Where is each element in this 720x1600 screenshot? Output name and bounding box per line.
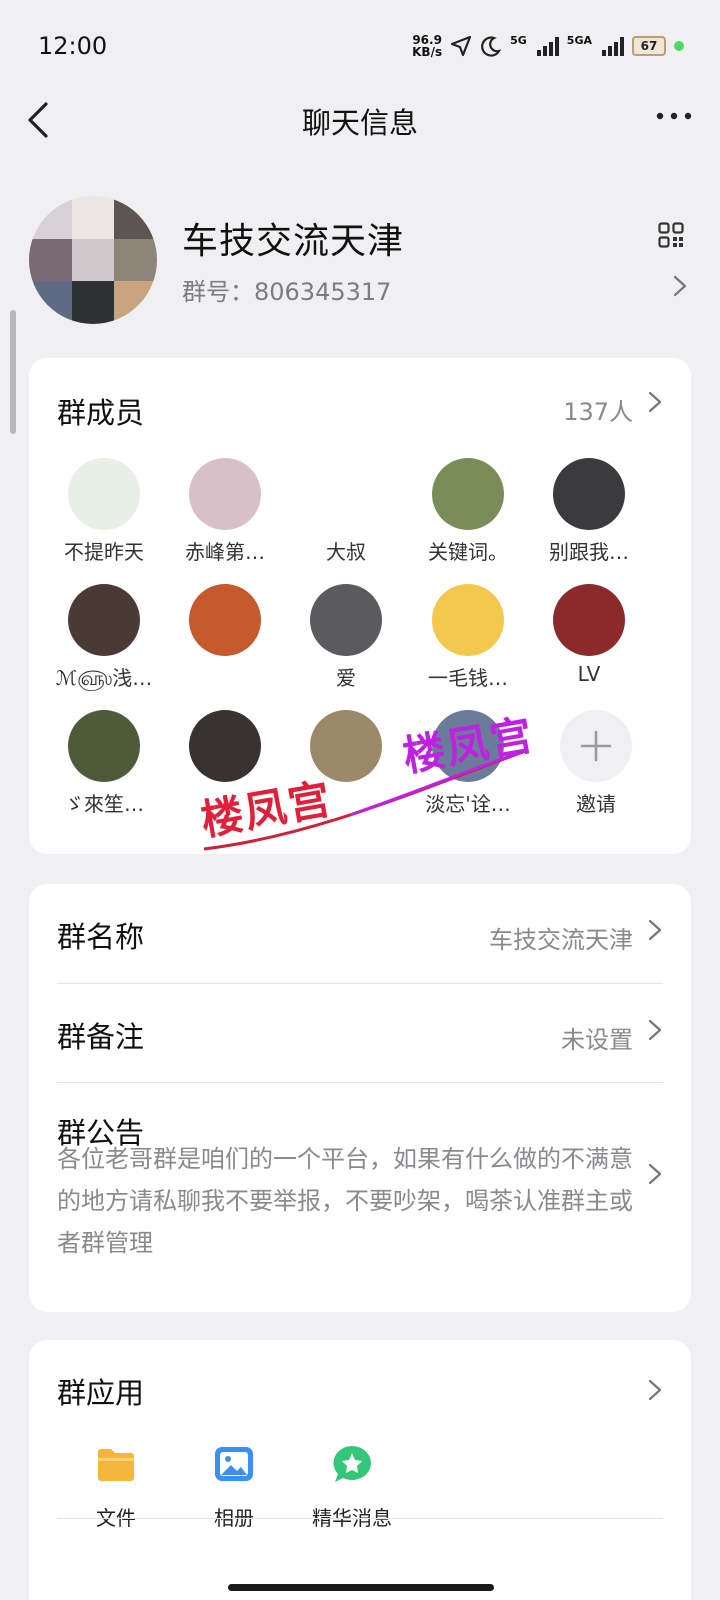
member-avatar (310, 458, 382, 530)
group-number: 群号：806345317 (182, 278, 392, 306)
member-name: ℳ௵浅… (55, 666, 153, 690)
photo-album-icon (215, 1447, 253, 1481)
star-bubble-icon (333, 1446, 371, 1482)
members-title: 群成员 (57, 396, 145, 430)
member-item[interactable]: 大叔 (284, 458, 408, 565)
chevron-right-icon[interactable] (647, 1378, 663, 1402)
group-remark-value: 未设置 (561, 1026, 633, 1054)
member-avatar (68, 584, 140, 656)
member-item[interactable]: 赤峰第… (163, 458, 287, 565)
do-not-disturb-moon-icon (481, 36, 502, 57)
member-count[interactable]: 137人 (563, 392, 633, 427)
signal-label-2: 5GA (566, 34, 592, 47)
member-name: 赤峰第… (185, 540, 265, 564)
member-item[interactable]: 别跟我… (527, 458, 651, 565)
status-bar: 12:00 96.9 KB/s 5G 5GA 67 (0, 0, 720, 92)
scroll-indicator (10, 310, 16, 434)
member-name: ゞ來笙… (64, 792, 144, 816)
member-item[interactable]: LV (527, 584, 651, 686)
nav-bar: 聊天信息 (0, 92, 720, 148)
chevron-right-icon[interactable] (672, 274, 688, 298)
watermark-stroke (203, 749, 527, 851)
member-name: 爱 (336, 666, 356, 690)
location-icon (451, 35, 472, 57)
group-remark-label: 群备注 (57, 1020, 145, 1054)
status-time: 12:00 (38, 32, 108, 60)
member-avatar (189, 458, 261, 530)
member-avatar (432, 458, 504, 530)
qr-code-icon[interactable] (658, 222, 684, 248)
chevron-right-icon[interactable] (647, 390, 663, 414)
chevron-right-icon[interactable] (647, 1162, 663, 1186)
invite-avatar (560, 710, 632, 782)
signal-label-1: 5G (510, 34, 527, 47)
app-label: 精华消息 (312, 1506, 392, 1530)
divider (57, 983, 663, 984)
signal-strength-icon (536, 36, 559, 56)
group-header[interactable]: 车技交流天津 群号：806345317 (0, 192, 720, 324)
plus-icon (580, 730, 612, 762)
status-icons: 96.9 KB/s 5G 5GA 67 (412, 34, 684, 58)
group-apps-card: 群应用 文件 相册 精华消息 (29, 1340, 691, 1600)
network-speed: 96.9 KB/s (412, 33, 443, 59)
divider (57, 1082, 663, 1083)
home-indicator[interactable] (228, 1584, 494, 1591)
group-avatar[interactable] (29, 196, 157, 324)
folder-icon (98, 1449, 134, 1481)
app-label: 相册 (214, 1506, 254, 1530)
member-avatar (189, 584, 261, 656)
member-item[interactable]: 一毛钱… (406, 584, 530, 691)
member-item[interactable]: ゞ來笙… (42, 710, 166, 817)
page-title: 聊天信息 (301, 106, 418, 140)
member-name: LV (577, 662, 601, 686)
member-item[interactable]: 关键词。 (406, 458, 530, 565)
battery-icon: 67 (632, 36, 666, 56)
group-name: 车技交流天津 (182, 221, 405, 262)
member-name: 大叔 (326, 540, 366, 564)
group-apps-title[interactable]: 群应用 (57, 1370, 144, 1412)
member-avatar (68, 710, 140, 782)
member-avatar (553, 584, 625, 656)
member-avatar (432, 584, 504, 656)
invite-label: 邀请 (576, 792, 616, 816)
group-name-label: 群名称 (57, 920, 145, 954)
member-avatar (553, 458, 625, 530)
member-avatar (310, 584, 382, 656)
member-item[interactable]: ℳ௵浅… (42, 584, 166, 693)
signal-strength-icon-2 (602, 36, 624, 56)
member-name: 关键词。 (428, 540, 508, 564)
app-label: 文件 (96, 1506, 136, 1530)
member-item[interactable] (163, 584, 287, 662)
more-options-icon[interactable] (654, 104, 694, 128)
member-item[interactable]: 不提昨天 (42, 458, 166, 565)
member-name: 不提昨天 (64, 540, 144, 564)
member-avatar (68, 458, 140, 530)
group-name-value: 车技交流天津 (489, 926, 633, 954)
group-notice-text: 各位老哥群是咱们的一个平台，如果有什么做的不满意的地方请私聊我不要举报，不要吵架… (57, 1145, 633, 1257)
chevron-right-icon[interactable] (647, 1018, 663, 1042)
member-item[interactable]: 爱 (284, 584, 408, 691)
divider (57, 1518, 663, 1519)
privacy-indicator-dot (674, 41, 684, 51)
invite-member-button[interactable]: 邀请 (534, 710, 658, 817)
chevron-right-icon[interactable] (647, 918, 663, 942)
member-name: 一毛钱… (428, 666, 508, 690)
group-settings-card: 群名称 车技交流天津 群备注 未设置 群公告 各位老哥群是咱们的一个平台，如果有… (29, 884, 691, 1312)
member-name: 别跟我… (549, 540, 629, 564)
